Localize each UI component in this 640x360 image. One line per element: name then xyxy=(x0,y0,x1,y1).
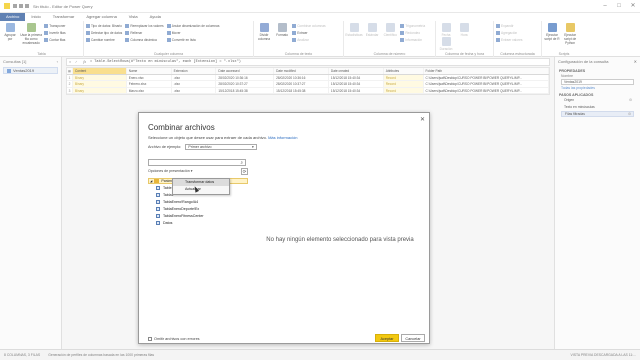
combine-files-dialog: ✕ Combinar archivos Seleccione un objeto… xyxy=(138,112,430,344)
table-icon xyxy=(156,192,160,197)
learn-more-link[interactable]: Más información xyxy=(268,135,297,140)
table-icon xyxy=(156,185,160,190)
dialog-description: Seleccione un objeto que desee usar para… xyxy=(148,135,298,140)
sample-file-dropdown[interactable]: Primer archivo ▼ xyxy=(185,144,258,150)
table-icon xyxy=(156,199,160,204)
collapse-triangle-icon[interactable]: ◢ xyxy=(150,179,152,183)
menu-item-refresh[interactable]: Actualizar xyxy=(173,186,229,193)
menu-item-transform-data[interactable]: Transformar datos xyxy=(173,179,229,186)
checkbox-icon[interactable] xyxy=(148,337,152,341)
tree-item[interactable]: TablaEnero!Rango!A4 xyxy=(148,198,248,205)
chevron-down-icon: ▼ xyxy=(251,145,255,149)
context-menu: Transformar datos Actualizar xyxy=(172,178,230,195)
folder-icon xyxy=(154,179,160,183)
search-icon: ⌕ xyxy=(240,160,243,165)
table-icon xyxy=(156,206,160,211)
search-input[interactable]: ⌕ xyxy=(148,159,246,166)
table-icon xyxy=(156,213,160,218)
dialog-title: Combinar archivos xyxy=(148,123,215,132)
table-icon xyxy=(156,220,160,225)
sample-file-row: Archivo de ejemplo: Primer archivo ▼ xyxy=(148,144,258,150)
no-selection-message: No hay ningún elemento seleccionado para… xyxy=(266,237,414,243)
tree-item[interactable]: TablaEneroFitnessCenter xyxy=(148,212,248,219)
refresh-icon: ⟳ xyxy=(242,169,247,174)
refresh-button[interactable]: ⟳ xyxy=(241,168,248,175)
cancel-button[interactable]: Cancelar xyxy=(401,334,425,342)
tree-item[interactable]: Datos xyxy=(148,219,248,226)
chevron-down-icon: ▾ xyxy=(190,169,193,173)
sample-file-label: Archivo de ejemplo: xyxy=(148,145,182,149)
skip-errors-checkbox[interactable]: Omitir archivos con errores xyxy=(148,337,200,341)
tree-item[interactable]: TablaEneroDeporte!Ex xyxy=(148,205,248,212)
display-options-dropdown[interactable]: Opciones de presentación ▾ xyxy=(148,169,193,173)
close-icon[interactable]: ✕ xyxy=(420,116,425,123)
accept-button[interactable]: Aceptar xyxy=(375,334,399,342)
